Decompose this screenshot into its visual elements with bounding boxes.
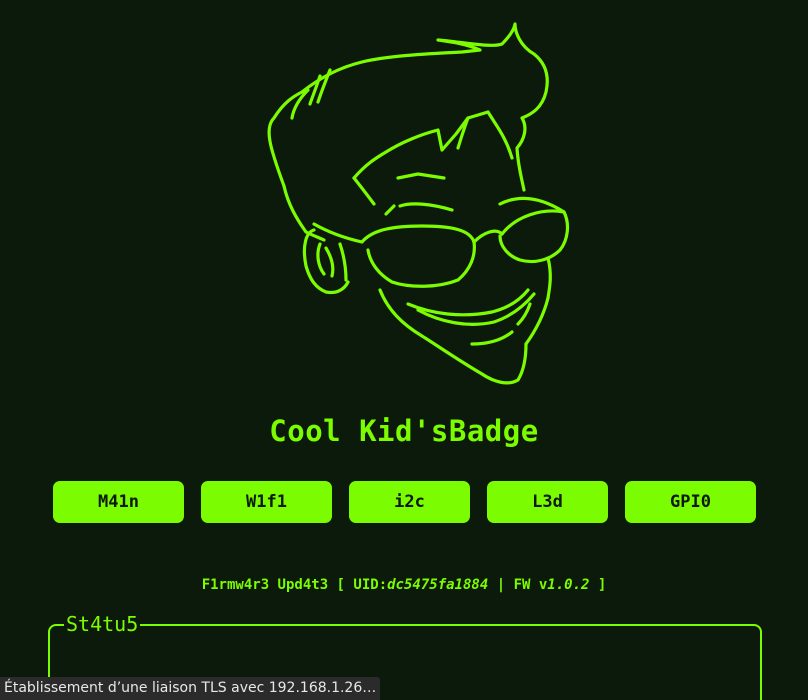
firmware-version-label: | FW v <box>488 577 548 593</box>
status-legend: St4tu5 <box>64 612 141 636</box>
main-nav: M41n W1f1 i2c L3d GPI0 <box>0 481 808 523</box>
firmware-prefix: F1rmw4r3 Upd4t3 [ UID: <box>201 577 388 593</box>
smile <box>406 288 530 317</box>
face-outline <box>282 184 326 242</box>
page: Cool Kid'sBadge M41n W1f1 i2c L3d GPI0 F… <box>0 0 808 700</box>
sunglasses <box>312 222 476 288</box>
nav-button-gpio[interactable]: GPI0 <box>625 481 756 523</box>
nav-button-main[interactable]: M41n <box>53 481 184 523</box>
nav-button-wifi[interactable]: W1f1 <box>201 481 332 523</box>
ear-outline <box>302 228 350 295</box>
firmware-uid: dc5475fa1884 <box>387 577 489 593</box>
firmware-version: 1.0.2 <box>547 577 590 593</box>
firmware-suffix: ] <box>589 577 607 593</box>
nav-button-led[interactable]: L3d <box>487 481 608 523</box>
nav-button-i2c[interactable]: i2c <box>349 481 470 523</box>
page-title: Cool Kid'sBadge <box>269 414 539 448</box>
hair-outline <box>267 22 549 192</box>
browser-status-bar: Établissement d’une liaison TLS avec 192… <box>0 677 381 700</box>
firmware-info: F1rmw4r3 Upd4t3 [ UID:dc5475fa1884 | FW … <box>0 577 808 593</box>
cool-kid-face-logo <box>267 22 570 385</box>
